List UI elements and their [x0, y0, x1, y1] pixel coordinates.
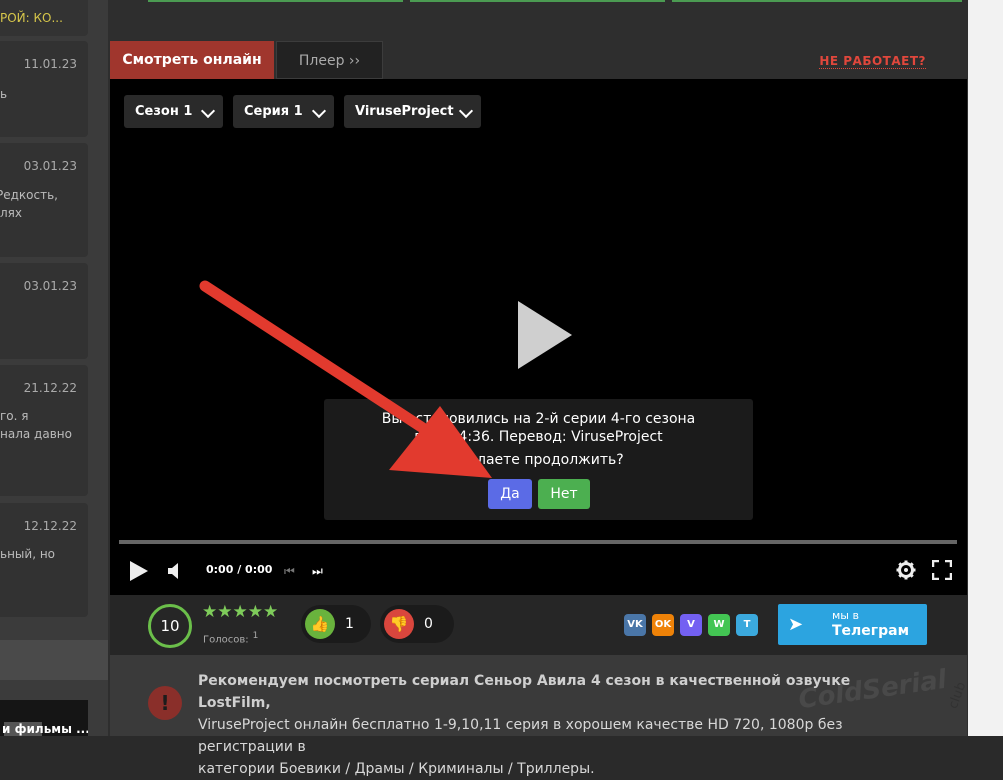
- votes-count: 1: [252, 631, 259, 641]
- like-count: 1: [345, 616, 354, 632]
- tab-watch-online[interactable]: Смотреть онлайн: [110, 41, 274, 79]
- dislike-count: 0: [424, 616, 433, 632]
- viber-icon[interactable]: V: [680, 614, 702, 636]
- odnoklassniki-icon[interactable]: OK: [652, 614, 674, 636]
- resume-dialog: Вы остановились на 2-й серии 4-го сезона…: [324, 399, 753, 520]
- comment-text: го. я: [0, 409, 29, 423]
- sidebar-band: [0, 640, 108, 680]
- comment-date: 03.01.23: [23, 159, 77, 173]
- season-dropdown[interactable]: Сезон 1: [124, 95, 223, 128]
- telegram-small-label: мы в: [832, 609, 859, 622]
- comment-card[interactable]: 03.01.23: [0, 263, 88, 359]
- time-readout: 0:00 / 0:00: [206, 563, 273, 576]
- rating-bar: 10 ★★★★★ Голосов: 1 👍 1 👎 0 VK OK V W T ➤ мы …: [110, 595, 967, 655]
- episode-dropdown[interactable]: Серия 1: [233, 95, 334, 128]
- dislike-button[interactable]: 👎 0: [380, 605, 454, 643]
- season-value: Сезон 1: [135, 104, 193, 119]
- rating-stars[interactable]: ★★★★★: [202, 602, 278, 622]
- recommendation-text: Рекомендуем посмотреть сериал Сеньор Ави…: [198, 670, 898, 780]
- resume-message-line1: Вы остановились на 2-й серии 4-го сезона: [381, 411, 696, 427]
- votes-info: Голосов: 1: [203, 631, 258, 645]
- info-icon: !: [148, 686, 182, 720]
- recommendation-line2: ViruseProject онлайн бесплатно 1-9,10,11…: [198, 717, 843, 755]
- comment-card[interactable]: 12.12.22 ьный, но: [0, 503, 88, 617]
- progress-bar[interactable]: [119, 540, 957, 544]
- resume-question: Желаете продолжить?: [453, 452, 624, 468]
- not-working-link[interactable]: НЕ РАБОТАЕТ?: [819, 54, 926, 69]
- video-player[interactable]: Сезон 1 Серия 1 ViruseProject Вы останов…: [110, 79, 967, 595]
- recommendation-line3: категории Боевики / Драмы / Криминалы / …: [198, 761, 595, 777]
- chevron-down-icon: [200, 103, 216, 119]
- volume-icon[interactable]: [168, 563, 180, 579]
- comment-date: 03.01.23: [23, 279, 77, 293]
- top-accent-bars: [148, 0, 963, 2]
- comment-card[interactable]: 11.01.23 ь: [0, 41, 88, 137]
- comment-card[interactable]: 21.12.22 го. я нала давно: [0, 365, 88, 496]
- recommendation-bold: Рекомендуем посмотреть сериал Сеньор Ави…: [198, 673, 851, 711]
- thumbs-up-icon: 👍: [305, 609, 335, 639]
- episode-value: Серия 1: [244, 104, 303, 119]
- telegram-big-label: Телеграм: [832, 623, 910, 639]
- chevron-down-icon: [311, 103, 327, 119]
- telegram-icon: ➤: [788, 614, 804, 635]
- comment-card[interactable]: 03.01.23 Редкость, лях: [0, 143, 88, 257]
- rating-score: 10: [148, 604, 192, 648]
- main-content: Смотреть онлайн Плеер ›› НЕ РАБОТАЕТ? Се…: [108, 0, 968, 777]
- play-icon[interactable]: [130, 561, 148, 581]
- telegram-button[interactable]: ➤ мы в Телеграм: [778, 604, 927, 645]
- vk-icon[interactable]: VK: [624, 614, 646, 636]
- comment-date: 12.12.22: [23, 519, 77, 533]
- thumbs-down-icon: 👎: [384, 609, 414, 639]
- votes-label: Голосов:: [203, 634, 249, 646]
- telegram-share-icon[interactable]: T: [736, 614, 758, 636]
- comment-date: 11.01.23: [23, 57, 77, 71]
- thumbnail-label: и фильмы ...: [2, 722, 88, 736]
- comment-date: 21.12.22: [23, 381, 77, 395]
- sidebar-top-item[interactable]: РОЙ: КО...: [0, 0, 88, 36]
- like-button[interactable]: 👍 1: [301, 605, 371, 643]
- page-right-gutter: [968, 0, 1003, 736]
- chevron-down-icon: [458, 103, 474, 119]
- comment-text: ь: [0, 87, 8, 101]
- comment-text: Редкость,: [0, 188, 58, 202]
- comment-text: ьный, но: [0, 547, 56, 561]
- big-play-icon[interactable]: [518, 301, 572, 369]
- comment-text: нала давно: [0, 427, 72, 441]
- comment-text: лях: [0, 206, 22, 220]
- voice-value: ViruseProject: [355, 104, 454, 119]
- whatsapp-icon[interactable]: W: [708, 614, 730, 636]
- gear-icon[interactable]: [896, 560, 916, 580]
- resume-message-line2: в 00:44:36. Перевод: ViruseProject: [414, 429, 663, 445]
- next-episode-icon[interactable]: ⏭: [312, 564, 323, 579]
- resume-no-button[interactable]: Нет: [538, 479, 590, 509]
- sidebar-top-text: РОЙ: КО...: [0, 11, 63, 25]
- sidebar-thumbnail[interactable]: и фильмы ...: [0, 700, 88, 736]
- fullscreen-icon[interactable]: [932, 560, 952, 580]
- tab-player[interactable]: Плеер ››: [276, 41, 383, 79]
- voice-dropdown[interactable]: ViruseProject: [344, 95, 481, 128]
- previous-episode-icon[interactable]: ⏮: [284, 564, 295, 579]
- resume-yes-button[interactable]: Да: [488, 479, 532, 509]
- sidebar: РОЙ: КО... 11.01.23 ь 03.01.23 Редкость,…: [0, 0, 108, 736]
